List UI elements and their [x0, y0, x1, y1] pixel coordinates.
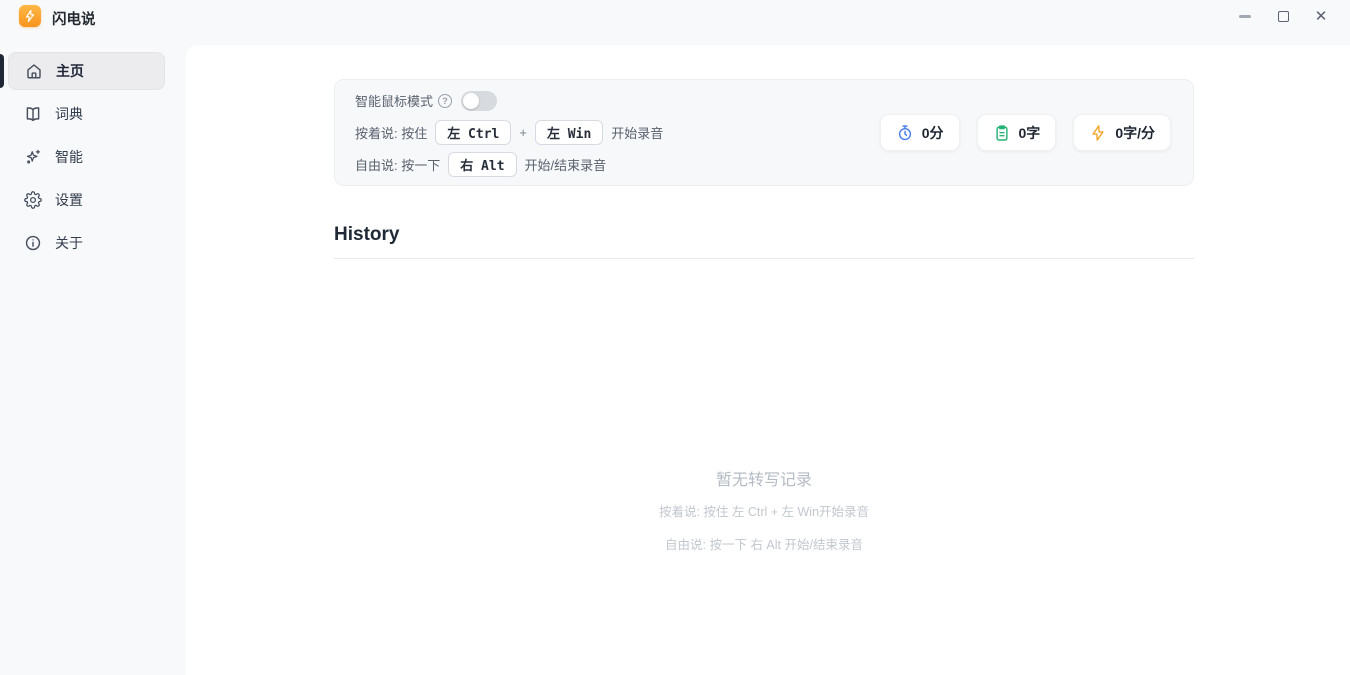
history-divider [334, 258, 1194, 259]
free-talk-row: 自由说: 按一下 右 Alt 开始/结束录音 [355, 152, 663, 177]
lightning-bolt-icon [23, 9, 37, 23]
stat-speed-value: 0字/分 [1115, 123, 1155, 143]
active-item-indicator [0, 54, 4, 88]
toggle-knob [463, 93, 479, 109]
hold-to-talk-prefix: 按着说: 按住 [355, 123, 427, 142]
stat-badge-speed: 0字/分 [1073, 114, 1171, 151]
info-icon [24, 234, 42, 252]
smart-mouse-row: 智能鼠标模式 ? [355, 88, 663, 113]
empty-state-hint-hold: 按着说: 按住 左 Ctrl + 左 Win开始录音 [334, 501, 1194, 520]
main-content: 智能鼠标模式 ? 按着说: 按住 左 Ctrl + 左 Win 开始录音 自由说… [186, 45, 1350, 675]
sidebar-item-ai[interactable]: 智能 [8, 138, 165, 176]
keycap-joiner: + [519, 125, 527, 140]
lightning-icon [1089, 124, 1107, 142]
titlebar: 闪电说 ✕ [0, 0, 1350, 45]
stat-duration-value: 0分 [922, 123, 944, 143]
app-title: 闪电说 [52, 8, 96, 29]
history-title: History [334, 224, 399, 246]
smart-mouse-toggle[interactable] [461, 91, 497, 111]
sidebar-item-about[interactable]: 关于 [8, 224, 165, 262]
sidebar: 主页 词典 智能 设置 [0, 45, 186, 675]
minimize-button[interactable] [1226, 0, 1264, 33]
minimize-icon [1239, 15, 1251, 18]
maximize-button[interactable] [1264, 0, 1302, 33]
gear-icon [24, 191, 42, 209]
sidebar-item-label: 词典 [55, 104, 83, 124]
sidebar-item-settings[interactable]: 设置 [8, 181, 165, 219]
sidebar-item-label: 关于 [55, 233, 83, 253]
sidebar-item-home[interactable]: 主页 [8, 52, 165, 90]
home-icon [25, 62, 43, 80]
close-icon: ✕ [1315, 9, 1328, 24]
empty-state-title: 暂无转写记录 [334, 466, 1194, 490]
keycap-left-ctrl: 左 Ctrl [435, 120, 511, 145]
hold-to-talk-row: 按着说: 按住 左 Ctrl + 左 Win 开始录音 [355, 120, 663, 145]
free-talk-prefix: 自由说: 按一下 [355, 155, 440, 174]
smart-mouse-label: 智能鼠标模式 [355, 91, 433, 110]
hold-to-talk-suffix: 开始录音 [611, 123, 663, 142]
clipboard-icon [993, 124, 1011, 142]
timer-icon [896, 124, 914, 142]
stats-row: 0分 0字 0字/分 [880, 114, 1171, 151]
sparkles-icon [24, 148, 42, 166]
empty-state-hint-free: 自由说: 按一下 右 Alt 开始/结束录音 [334, 534, 1194, 553]
app-logo-icon [19, 5, 41, 27]
hotkey-card: 智能鼠标模式 ? 按着说: 按住 左 Ctrl + 左 Win 开始录音 自由说… [334, 79, 1194, 186]
book-icon [24, 105, 42, 123]
close-button[interactable]: ✕ [1302, 0, 1340, 33]
keycap-right-alt: 右 Alt [448, 152, 516, 177]
sidebar-item-label: 智能 [55, 147, 83, 167]
sidebar-item-label: 设置 [55, 190, 83, 210]
hotkey-lines: 智能鼠标模式 ? 按着说: 按住 左 Ctrl + 左 Win 开始录音 自由说… [355, 88, 663, 177]
free-talk-suffix: 开始/结束录音 [525, 155, 607, 174]
stat-badge-words: 0字 [977, 114, 1057, 151]
sidebar-item-dictionary[interactable]: 词典 [8, 95, 165, 133]
window-controls: ✕ [1226, 0, 1340, 33]
stat-badge-duration: 0分 [880, 114, 960, 151]
help-icon[interactable]: ? [438, 94, 452, 108]
stat-words-value: 0字 [1019, 123, 1041, 143]
keycap-left-win: 左 Win [535, 120, 603, 145]
maximize-icon [1278, 11, 1289, 22]
sidebar-item-label: 主页 [56, 61, 84, 81]
